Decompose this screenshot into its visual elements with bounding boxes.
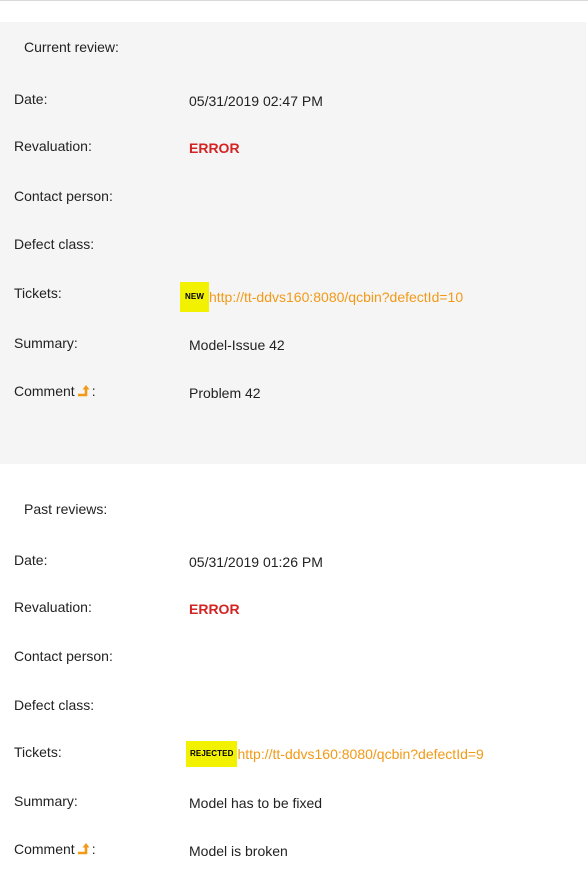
past-reviews-title: Past reviews:: [24, 501, 108, 517]
current-date-label: Date:: [14, 91, 48, 107]
ticket-link[interactable]: http://tt-ddvs160:8080/qcbin?defectId=10: [209, 289, 463, 305]
current-revaluation-row: Revaluation: ERROR: [0, 138, 586, 162]
past-reviews-section: Past reviews: Date: 05/31/2019 01:26 PM …: [0, 488, 586, 872]
current-comment-label-group: Comment:: [14, 383, 96, 401]
past-comment-label: Comment: [14, 841, 75, 857]
past-revaluation-value: ERROR: [189, 601, 240, 617]
current-comment-suffix: :: [91, 383, 96, 399]
current-summary-value: Model-Issue 42: [189, 337, 285, 353]
past-revaluation-row: Revaluation: ERROR: [0, 599, 586, 623]
past-comment-label-group: Comment:: [14, 841, 96, 859]
past-date-value: 05/31/2019 01:26 PM: [189, 554, 323, 570]
current-contact-label: Contact person:: [14, 188, 113, 204]
current-comment-label: Comment: [14, 383, 75, 399]
past-defect-label: Defect class:: [14, 697, 95, 713]
current-review-title: Current review:: [24, 39, 119, 55]
top-border: [0, 0, 588, 1]
current-date-value: 05/31/2019 02:47 PM: [189, 93, 323, 109]
current-defect-label: Defect class:: [14, 236, 95, 252]
current-summary-row: Summary: Model-Issue 42: [0, 335, 586, 359]
current-review-section: Current review: Date: 05/31/2019 02:47 P…: [0, 22, 586, 464]
past-revaluation-label: Revaluation:: [14, 599, 92, 615]
past-date-row: Date: 05/31/2019 01:26 PM: [0, 552, 586, 576]
past-tickets-label: Tickets:: [14, 744, 62, 760]
turn-up-arrow-icon[interactable]: [76, 842, 92, 859]
current-tickets-label: Tickets:: [14, 285, 62, 301]
past-defect-row: Defect class:: [0, 697, 586, 721]
current-summary-label: Summary:: [14, 335, 78, 351]
past-contact-label: Contact person:: [14, 648, 113, 664]
past-summary-row: Summary: Model has to be fixed: [0, 793, 586, 817]
past-comment-suffix: :: [91, 841, 96, 857]
current-revaluation-label: Revaluation:: [14, 138, 92, 154]
ticket-status-badge: NEW: [180, 282, 209, 312]
current-contact-row: Contact person:: [0, 188, 586, 212]
current-revaluation-value: ERROR: [189, 140, 240, 156]
past-comment-row: Comment: Model is broken: [0, 841, 586, 865]
turn-up-arrow-icon[interactable]: [76, 384, 92, 401]
current-defect-row: Defect class:: [0, 236, 586, 260]
past-comment-value: Model is broken: [189, 843, 288, 859]
current-tickets-value: NEW http://tt-ddvs160:8080/qcbin?defectI…: [180, 282, 463, 312]
current-comment-row: Comment: Problem 42: [0, 383, 586, 407]
past-date-label: Date:: [14, 552, 48, 568]
past-summary-value: Model has to be fixed: [189, 795, 323, 811]
ticket-status-badge: REJECTED: [186, 741, 238, 767]
past-contact-row: Contact person:: [0, 648, 586, 672]
past-tickets-row: Tickets: REJECTED http://tt-ddvs160:8080…: [0, 741, 586, 768]
ticket-link[interactable]: http://tt-ddvs160:8080/qcbin?defectId=9: [237, 746, 483, 762]
past-tickets-value: REJECTED http://tt-ddvs160:8080/qcbin?de…: [186, 741, 484, 767]
current-tickets-row: Tickets: NEW http://tt-ddvs160:8080/qcbi…: [0, 282, 586, 312]
past-summary-label: Summary:: [14, 793, 78, 809]
current-date-row: Date: 05/31/2019 02:47 PM: [0, 91, 586, 115]
current-comment-value: Problem 42: [189, 385, 261, 401]
